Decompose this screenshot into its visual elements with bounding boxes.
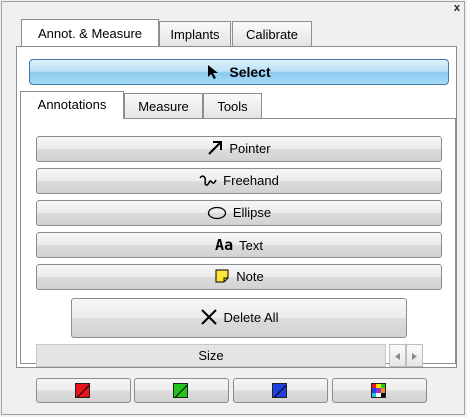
sticky-note-icon (215, 269, 229, 283)
text-aa-icon: Aa (215, 236, 234, 254)
color-blue-button[interactable] (233, 378, 328, 403)
freehand-squiggle-icon (199, 175, 217, 186)
pointer-button[interactable]: Pointer (36, 136, 442, 162)
tab-tools[interactable]: Tools (203, 93, 262, 118)
cursor-arrow-icon (208, 65, 219, 79)
ellipse-button[interactable]: Ellipse (36, 200, 442, 226)
x-cross-icon (200, 309, 217, 325)
note-label: Note (236, 269, 264, 284)
size-label: Size (198, 348, 224, 363)
delete-all-button[interactable]: Delete All (71, 298, 407, 338)
color-palette-button[interactable] (332, 378, 427, 403)
tab-annot-measure[interactable]: Annot. & Measure (21, 19, 159, 46)
color-red-button[interactable] (36, 378, 131, 403)
tab-calibrate[interactable]: Calibrate (232, 21, 312, 46)
green-swatch-icon (173, 383, 188, 398)
text-button[interactable]: Aa Text (36, 232, 442, 258)
pointer-label: Pointer (229, 141, 271, 156)
red-swatch-icon (75, 383, 90, 398)
size-bar[interactable]: Size (36, 344, 386, 367)
chevron-right-icon (412, 353, 417, 360)
arrow-pointer-icon (208, 141, 223, 155)
chevron-left-icon (395, 353, 400, 360)
freehand-label: Freehand (223, 173, 279, 188)
blue-swatch-icon (272, 383, 287, 398)
size-increase-button[interactable] (406, 344, 423, 367)
color-palette-icon (371, 383, 386, 398)
delete-all-label: Delete All (223, 310, 279, 325)
tab-annotations[interactable]: Annotations (20, 91, 124, 119)
color-green-button[interactable] (134, 378, 229, 403)
ellipse-icon (207, 206, 226, 220)
select-button[interactable]: Select (29, 59, 449, 85)
tab-measure[interactable]: Measure (124, 93, 203, 118)
close-icon[interactable]: x (454, 2, 460, 14)
note-button[interactable]: Note (36, 264, 442, 290)
freehand-button[interactable]: Freehand (36, 168, 442, 194)
size-decrease-button[interactable] (389, 344, 406, 367)
text-label: Text (239, 238, 263, 253)
ellipse-label: Ellipse (232, 205, 272, 220)
select-button-label: Select (229, 64, 271, 80)
measure-panel: x Annot. & Measure Implants Calibrate Se… (1, 1, 465, 415)
tab-implants[interactable]: Implants (159, 21, 231, 46)
